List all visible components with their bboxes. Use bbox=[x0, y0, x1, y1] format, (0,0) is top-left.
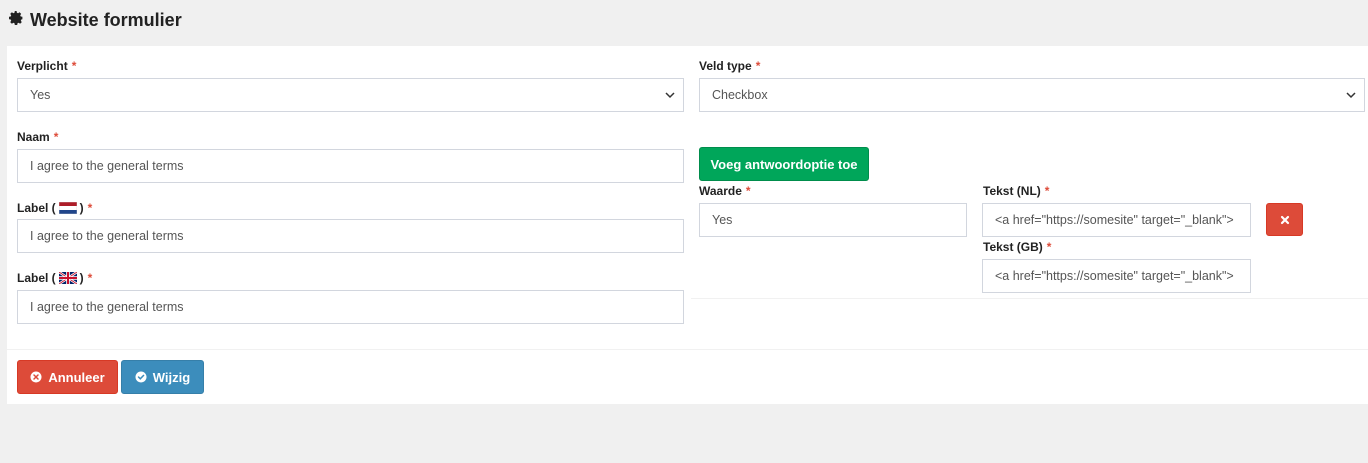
close-icon bbox=[1280, 215, 1289, 224]
verplicht-select-value: Yes bbox=[30, 88, 51, 102]
verplicht-label-text: Verplicht bbox=[17, 59, 68, 73]
tekst-nl-input[interactable]: <a href="https://somesite" target="_blan… bbox=[982, 203, 1251, 237]
chevron-down-icon bbox=[665, 92, 675, 99]
naam-label-text: Naam bbox=[17, 130, 50, 144]
tekst-nl-label: Tekst (NL) * bbox=[983, 184, 1049, 198]
label-gb-suffix: ) bbox=[79, 271, 84, 285]
tekst-gb-label: Tekst (GB) * bbox=[983, 240, 1051, 254]
chevron-down-icon bbox=[1346, 92, 1356, 99]
netherlands-flag-icon bbox=[58, 202, 77, 214]
verplicht-label: Verplicht * bbox=[17, 59, 76, 73]
required-marker: * bbox=[1044, 184, 1050, 198]
naam-label: Naam * bbox=[17, 130, 58, 144]
cancel-button-label: Annuleer bbox=[48, 369, 105, 385]
label-nl-prefix: Label ( bbox=[17, 201, 56, 215]
gear-icon bbox=[8, 10, 24, 31]
label-gb-label: Label ( ) * bbox=[17, 271, 92, 285]
label-nl-input[interactable]: I agree to the general terms bbox=[17, 219, 684, 253]
label-gb-input-value: I agree to the general terms bbox=[30, 300, 184, 314]
form-panel: Verplicht * Yes Naam * I agree to the ge… bbox=[7, 46, 1368, 404]
tekst-nl-input-value: <a href="https://somesite" target="_blan… bbox=[995, 213, 1234, 227]
naam-input-value: I agree to the general terms bbox=[30, 159, 184, 173]
required-marker: * bbox=[755, 59, 761, 73]
required-marker: * bbox=[53, 130, 59, 144]
save-button[interactable]: Wijzig bbox=[121, 360, 204, 394]
required-marker: * bbox=[87, 201, 93, 215]
naam-input[interactable]: I agree to the general terms bbox=[17, 149, 684, 183]
add-option-button-label: Voeg antwoordoptie toe bbox=[710, 156, 858, 172]
waarde-label: Waarde * bbox=[699, 184, 751, 198]
label-nl-suffix: ) bbox=[79, 201, 84, 215]
label-gb-input[interactable]: I agree to the general terms bbox=[17, 290, 684, 324]
veld-type-select[interactable]: Checkbox bbox=[699, 78, 1365, 112]
required-marker: * bbox=[1046, 240, 1052, 254]
cancel-button[interactable]: Annuleer bbox=[17, 360, 118, 394]
delete-option-button[interactable] bbox=[1266, 203, 1303, 236]
page-title-text: Website formulier bbox=[30, 10, 182, 30]
required-marker: * bbox=[71, 59, 77, 73]
label-nl-label: Label ( ) * bbox=[17, 201, 92, 215]
option-divider bbox=[691, 298, 1368, 299]
tekst-gb-input[interactable]: <a href="https://somesite" target="_blan… bbox=[982, 259, 1251, 293]
page-title: Website formulier bbox=[8, 10, 182, 31]
verplicht-select[interactable]: Yes bbox=[17, 78, 684, 112]
waarde-input-value: Yes bbox=[712, 213, 733, 227]
waarde-label-text: Waarde bbox=[699, 184, 742, 198]
save-button-label: Wijzig bbox=[152, 369, 191, 385]
veld-type-label: Veld type * bbox=[699, 59, 760, 73]
veld-type-select-value: Checkbox bbox=[712, 88, 768, 102]
label-gb-prefix: Label ( bbox=[17, 271, 56, 285]
tekst-gb-label-text: Tekst (GB) bbox=[983, 240, 1043, 254]
veld-type-label-text: Veld type bbox=[699, 59, 752, 73]
cancel-circle-icon bbox=[30, 371, 42, 383]
required-marker: * bbox=[87, 271, 93, 285]
footer-divider bbox=[7, 349, 1368, 350]
waarde-input[interactable]: Yes bbox=[699, 203, 967, 237]
check-circle-icon bbox=[135, 371, 147, 383]
tekst-nl-label-text: Tekst (NL) bbox=[983, 184, 1041, 198]
tekst-gb-input-value: <a href="https://somesite" target="_blan… bbox=[995, 269, 1234, 283]
uk-flag-icon bbox=[58, 272, 77, 284]
add-option-button[interactable]: Voeg antwoordoptie toe bbox=[699, 147, 869, 181]
label-nl-input-value: I agree to the general terms bbox=[30, 229, 184, 243]
required-marker: * bbox=[745, 184, 751, 198]
